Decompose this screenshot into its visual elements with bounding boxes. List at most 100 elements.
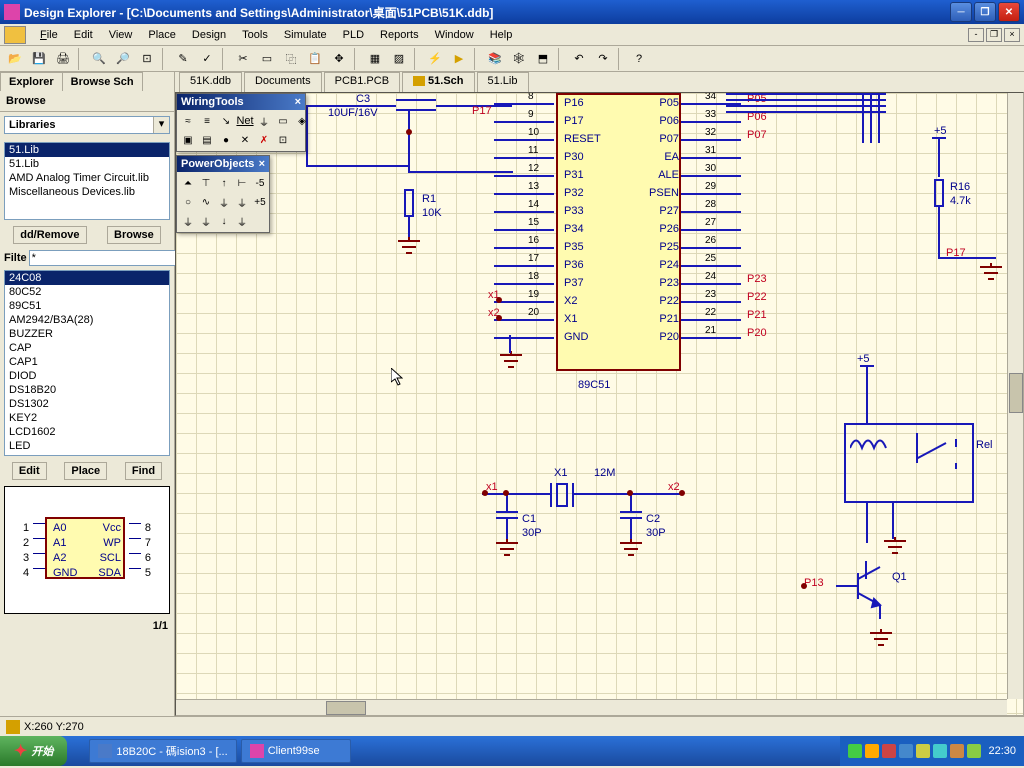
component-item[interactable]: NPN bbox=[5, 453, 169, 456]
zoom-in-icon[interactable]: 🔍 bbox=[88, 48, 110, 70]
net-icon[interactable]: 🕸 bbox=[508, 48, 530, 70]
power-tool-icon[interactable]: ⏚ bbox=[255, 112, 273, 130]
tool-icon[interactable]: ✎ bbox=[172, 48, 194, 70]
noconnect-tool-icon[interactable]: ✕ bbox=[236, 131, 254, 149]
scrollbar-horizontal[interactable] bbox=[176, 699, 1007, 715]
tab-explorer[interactable]: Explorer bbox=[0, 72, 63, 91]
sheetentry-tool-icon[interactable]: ▤ bbox=[198, 131, 216, 149]
tray-icon[interactable] bbox=[865, 744, 879, 758]
tab-pcb[interactable]: PCB1.PCB bbox=[324, 72, 400, 92]
component-item[interactable]: DS18B20 bbox=[5, 383, 169, 397]
menu-file[interactable]: File bbox=[32, 27, 66, 43]
lib-item[interactable]: Miscellaneous Devices.lib bbox=[5, 185, 169, 199]
component-item[interactable]: KEY2 bbox=[5, 411, 169, 425]
palette-close-icon[interactable]: × bbox=[295, 96, 301, 108]
menu-reports[interactable]: Reports bbox=[372, 27, 427, 43]
tray-icon[interactable] bbox=[967, 744, 981, 758]
mdi-close-button[interactable]: × bbox=[1004, 28, 1020, 42]
system-tray[interactable]: 22:30 bbox=[840, 736, 1024, 766]
browse-button[interactable]: Browse bbox=[107, 226, 161, 244]
menu-design[interactable]: Design bbox=[184, 27, 234, 43]
palette-close-icon[interactable]: × bbox=[259, 158, 265, 170]
save-icon[interactable]: 💾 bbox=[28, 48, 50, 70]
component-item[interactable]: CAP1 bbox=[5, 355, 169, 369]
pos5-icon[interactable]: +5 bbox=[251, 193, 269, 211]
close-button[interactable]: ✕ bbox=[998, 2, 1020, 22]
maximize-button[interactable]: ❐ bbox=[974, 2, 996, 22]
select-icon[interactable]: ▭ bbox=[256, 48, 278, 70]
tray-icon[interactable] bbox=[950, 744, 964, 758]
component-item[interactable]: DS1302 bbox=[5, 397, 169, 411]
netlabel-tool-icon[interactable]: Net bbox=[236, 112, 254, 130]
gnd-power-icon[interactable]: ⏚ bbox=[179, 212, 197, 230]
wiring-tools-palette[interactable]: WiringTools× ≈ ≡ ↘ Net ⏚ ▭ ◈ ▣ ▤ ● ✕ ✗ ⊡ bbox=[176, 93, 306, 152]
open-icon[interactable]: 📂 bbox=[4, 48, 26, 70]
help-icon[interactable]: ? bbox=[628, 48, 650, 70]
component-item[interactable]: LED bbox=[5, 439, 169, 453]
taskbar-item[interactable]: Client99se bbox=[241, 739, 351, 763]
neg5-icon[interactable]: -5 bbox=[251, 174, 269, 192]
tab-documents[interactable]: Documents bbox=[244, 72, 322, 92]
bus-tool-icon[interactable]: ≡ bbox=[198, 112, 216, 130]
sheet-tool-icon[interactable]: ▣ bbox=[179, 131, 197, 149]
move-icon[interactable]: ✥ bbox=[328, 48, 350, 70]
menu-window[interactable]: Window bbox=[427, 27, 482, 43]
cut-icon[interactable]: ✂ bbox=[232, 48, 254, 70]
lib-item[interactable]: 51.Lib bbox=[5, 157, 169, 171]
power-objects-palette[interactable]: PowerObjects× ⏶ ⊤ ↑ ⊢ -5 ○ ∿ ⏚ ⏚ +5 ⏚ ⏚ … bbox=[176, 155, 270, 233]
menu-pld[interactable]: PLD bbox=[335, 27, 372, 43]
tray-icon[interactable] bbox=[899, 744, 913, 758]
menu-view[interactable]: View bbox=[101, 27, 141, 43]
edit-button[interactable]: Edit bbox=[12, 462, 47, 480]
print-icon[interactable]: 🖨 bbox=[52, 48, 74, 70]
crystal-x1[interactable] bbox=[556, 483, 568, 507]
undo-icon[interactable]: ↶ bbox=[568, 48, 590, 70]
gnd-earth-icon[interactable]: ⏚ bbox=[233, 212, 251, 230]
bar-icon[interactable]: ⊢ bbox=[233, 174, 251, 192]
library-combo[interactable]: Libraries ▾ bbox=[4, 116, 170, 134]
combo-dropdown-icon[interactable]: ▾ bbox=[153, 117, 169, 133]
lib-item[interactable]: AMD Analog Timer Circuit.lib bbox=[5, 171, 169, 185]
busentry-tool-icon[interactable]: ↘ bbox=[217, 112, 235, 130]
menu-place[interactable]: Place bbox=[140, 27, 184, 43]
mdi-restore-button[interactable]: ❐ bbox=[986, 28, 1002, 42]
arrow-icon[interactable]: ↑ bbox=[215, 174, 233, 192]
tray-icon[interactable] bbox=[933, 744, 947, 758]
library-list[interactable]: 51.Lib 51.Lib AMD Analog Timer Circuit.l… bbox=[4, 142, 170, 220]
mdi-minimize-button[interactable]: - bbox=[968, 28, 984, 42]
wave-icon[interactable]: ∿ bbox=[197, 193, 215, 211]
wire-tool-icon[interactable]: ≈ bbox=[179, 112, 197, 130]
tray-icon[interactable] bbox=[916, 744, 930, 758]
schematic-canvas[interactable]: 89C51 8 P16 9 P17 10 RESET 11 P30 12 P31… bbox=[175, 92, 1024, 716]
place-icon[interactable]: ⬒ bbox=[532, 48, 554, 70]
component-item[interactable]: BUZZER bbox=[5, 327, 169, 341]
vdd-icon[interactable]: ⊤ bbox=[197, 174, 215, 192]
junction-tool-icon[interactable]: ● bbox=[217, 131, 235, 149]
capacitor-c3[interactable] bbox=[396, 99, 436, 111]
scrollbar-vertical[interactable] bbox=[1007, 93, 1023, 699]
probe-tool-icon[interactable]: ✗ bbox=[255, 131, 273, 149]
port-tool-icon[interactable]: ▭ bbox=[274, 112, 292, 130]
component-item[interactable]: 24C08 bbox=[5, 271, 169, 285]
filter-input[interactable] bbox=[29, 250, 177, 266]
gnd-chassis-icon[interactable]: ⏚ bbox=[197, 212, 215, 230]
tray-icon[interactable] bbox=[848, 744, 862, 758]
menu-simulate[interactable]: Simulate bbox=[276, 27, 335, 43]
start-button[interactable]: ✦ 开始 bbox=[0, 736, 67, 766]
taskbar-item[interactable]: 18B20C - 碼ision3 - [... bbox=[89, 739, 236, 763]
tab-browse-sch[interactable]: Browse Sch bbox=[62, 72, 143, 91]
place-button[interactable]: Place bbox=[64, 462, 107, 480]
menu-tools[interactable]: Tools bbox=[234, 27, 276, 43]
minimize-button[interactable]: ─ bbox=[950, 2, 972, 22]
tab-lib[interactable]: 51.Lib bbox=[477, 72, 529, 92]
part-tool-icon[interactable]: ◈ bbox=[293, 112, 311, 130]
menu-help[interactable]: Help bbox=[482, 27, 521, 43]
lib-icon[interactable]: 📚 bbox=[484, 48, 506, 70]
copy-icon[interactable]: ⿻ bbox=[280, 48, 302, 70]
transistor-q1[interactable] bbox=[836, 561, 896, 621]
component-item[interactable]: DIOD bbox=[5, 369, 169, 383]
paste-icon[interactable]: 📋 bbox=[304, 48, 326, 70]
menu-edit[interactable]: Edit bbox=[66, 27, 101, 43]
run-icon[interactable]: ▶ bbox=[448, 48, 470, 70]
redo-icon[interactable]: ↷ bbox=[592, 48, 614, 70]
